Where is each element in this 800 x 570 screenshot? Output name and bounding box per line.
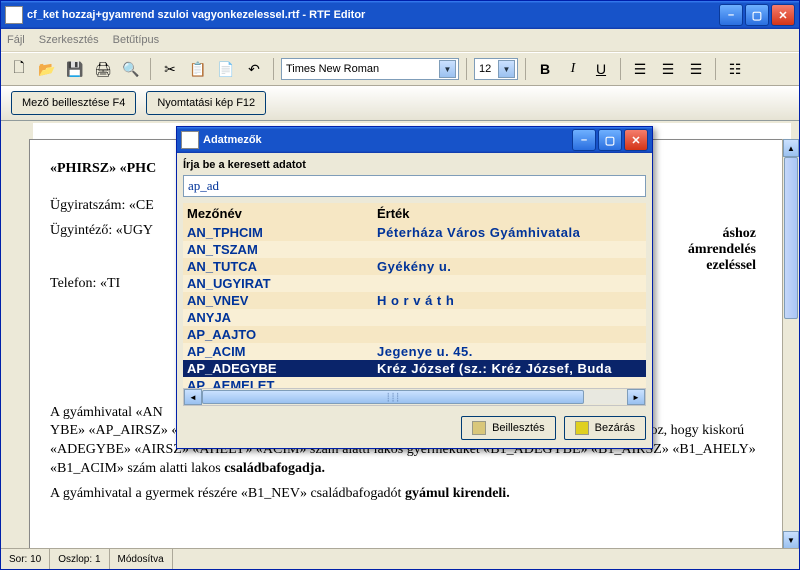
scroll-right-icon[interactable]: ► [627,389,645,405]
menu-file[interactable]: Fájl [7,34,25,46]
cell-field: AN_UGYIRAT [187,276,377,291]
minimize-button[interactable]: – [719,4,743,26]
table-row[interactable]: AN_TUTCAGyékény u. [183,258,646,275]
cell-value: Jegenye u. 45. [377,344,642,359]
table-row[interactable]: AN_VNEVH o r v á t h [183,292,646,309]
paste-icon [472,421,486,435]
subbar: Mező beillesztése F4 Nyomtatási kép F12 [1,86,799,121]
preview-icon[interactable]: 🔍 [119,57,143,81]
scrollbar-thumb[interactable] [784,157,798,319]
scroll-down-icon[interactable]: ▼ [783,531,799,549]
save-icon[interactable]: 💾 [63,57,87,81]
paste-icon[interactable]: 📄 [214,57,238,81]
cut-icon[interactable]: ✂ [158,57,182,81]
open-icon[interactable]: 📂 [35,57,59,81]
align-right-icon[interactable]: ☰ [684,57,708,81]
titlebar: cf_ket hozzaj+gyamrend szuloi vagyonkeze… [1,1,799,29]
menu-font[interactable]: Betűtípus [113,34,159,46]
cell-value [377,276,642,291]
dialog-maximize-button[interactable]: ▢ [598,129,622,151]
cell-field: AN_TUTCA [187,259,377,274]
font-size-combo[interactable]: 12 ▼ [474,58,518,80]
close-button[interactable]: ✕ [771,4,795,26]
window-title: cf_ket hozzaj+gyamrend szuloi vagyonkeze… [27,9,719,21]
print-icon[interactable]: 🖨 [91,57,115,81]
table-row[interactable]: AN_TSZAM [183,241,646,258]
cell-value: H o r v á t h [377,293,642,308]
bullets-icon[interactable]: ☷ [723,57,747,81]
cell-value [377,327,642,342]
cell-field: AN_TPHCIM [187,225,377,240]
chevron-down-icon[interactable]: ▼ [498,60,515,78]
col-header-field[interactable]: Mezőnév [187,206,377,221]
cell-value [377,242,642,257]
vertical-scrollbar[interactable]: ▲ ▼ [782,139,799,549]
chevron-down-icon[interactable]: ▼ [439,60,456,78]
close-button[interactable]: Bezárás [564,416,646,440]
dialog-title: Adatmezők [203,134,572,146]
door-icon [575,421,589,435]
insert-field-button[interactable]: Mező beillesztése F4 [11,91,136,115]
dialog-icon [181,131,199,149]
scroll-left-icon[interactable]: ◄ [184,389,202,405]
italic-button[interactable]: I [561,57,585,81]
new-icon[interactable]: 🗋 [7,57,31,81]
cell-field: AN_VNEV [187,293,377,308]
cell-field: AP_AEMELET [187,378,377,388]
cell-field: AP_AAJTO [187,327,377,342]
maximize-button[interactable]: ▢ [745,4,769,26]
print-preview-button[interactable]: Nyomtatási kép F12 [146,91,266,115]
undo-icon[interactable]: ↶ [242,57,266,81]
scrollbar-thumb[interactable]: ┊┊┊ [202,390,584,404]
doc-text: A gyámhivatal a gyermek részére «B1_NEV»… [50,485,766,504]
table-row[interactable]: AP_AAJTO [183,326,646,343]
cell-value [377,310,642,325]
fields-dialog: Adatmezők – ▢ ✕ Írja be a keresett adato… [176,126,653,449]
menubar: Fájl Szerkesztés Betűtípus [1,29,799,52]
insert-button[interactable]: Beillesztés [461,416,556,440]
font-size-value: 12 [479,63,491,75]
align-center-icon[interactable]: ☰ [656,57,680,81]
table-row[interactable]: AN_UGYIRAT [183,275,646,292]
font-name-value: Times New Roman [286,63,379,75]
font-name-combo[interactable]: Times New Roman ▼ [281,58,459,80]
cell-value [377,378,642,388]
status-state: Módosítva [110,549,173,569]
table-row[interactable]: AP_ADEGYBEKréz József (sz.: Kréz József,… [183,360,646,377]
menu-edit[interactable]: Szerkesztés [39,34,99,46]
dialog-prompt: Írja be a keresett adatot [183,159,646,171]
statusbar: Sor: 10 Oszlop: 1 Módosítva [1,548,799,569]
app-icon [5,6,23,24]
underline-button[interactable]: U [589,57,613,81]
cell-value: Péterháza Város Gyámhivatala [377,225,642,240]
dialog-close-button[interactable]: ✕ [624,129,648,151]
toolbar: 🗋 📂 💾 🖨 🔍 ✂ 📋 📄 ↶ Times New Roman ▼ 12 ▼… [1,52,799,86]
col-header-value[interactable]: Érték [377,206,410,221]
align-left-icon[interactable]: ☰ [628,57,652,81]
table-row[interactable]: AP_AEMELET [183,377,646,388]
bold-button[interactable]: B [533,57,557,81]
table-row[interactable]: AP_ACIMJegenye u. 45. [183,343,646,360]
status-row: Sor: 10 [1,549,50,569]
scroll-up-icon[interactable]: ▲ [783,139,799,157]
cell-field: AN_TSZAM [187,242,377,257]
cell-field: AP_ACIM [187,344,377,359]
table-row[interactable]: AN_TPHCIMPéterháza Város Gyámhivatala [183,224,646,241]
cell-value: Kréz József (sz.: Kréz József, Buda [377,361,642,376]
horizontal-scrollbar[interactable]: ◄ ┊┊┊ ► [183,388,646,406]
status-col: Oszlop: 1 [50,549,109,569]
cell-value: Gyékény u. [377,259,642,274]
search-input[interactable] [183,175,646,197]
cell-field: ANYJA [187,310,377,325]
fields-grid: Mezőnév Érték AN_TPHCIMPéterháza Város G… [183,203,646,406]
copy-icon[interactable]: 📋 [186,57,210,81]
cell-field: AP_ADEGYBE [187,361,377,376]
dialog-minimize-button[interactable]: – [572,129,596,151]
table-row[interactable]: ANYJA [183,309,646,326]
